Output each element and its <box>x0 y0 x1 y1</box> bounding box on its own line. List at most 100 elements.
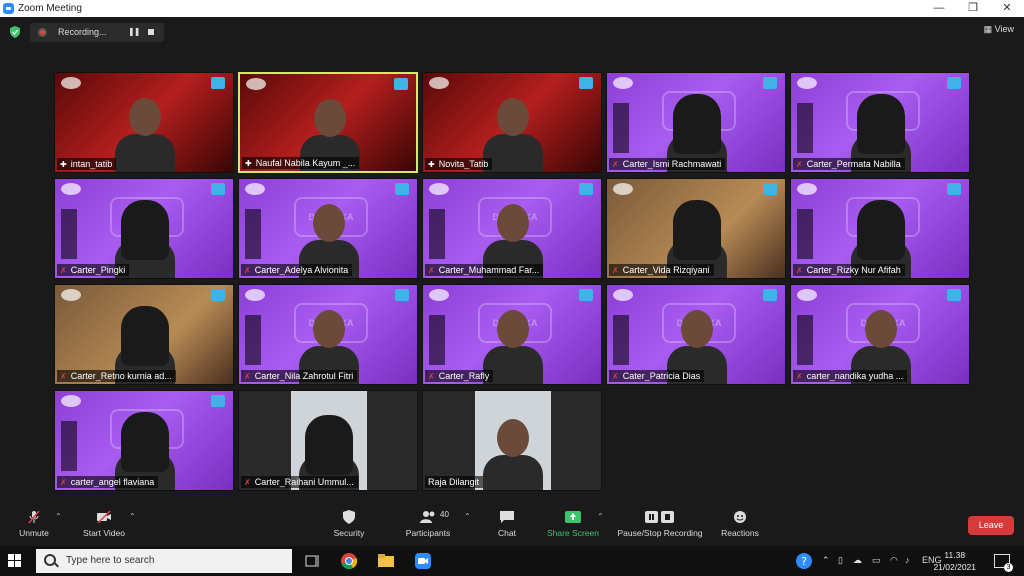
participants-options-caret[interactable]: ⌃ <box>464 512 471 521</box>
participant-tile[interactable]: ✚ Novita_Tatib <box>422 72 602 173</box>
participant-name: Carter_Ismi Rachmawati <box>622 159 722 169</box>
participant-name: Carter_Rafly <box>438 371 490 381</box>
participant-name: Carter_Nila Zahrotul Fitri <box>254 371 354 381</box>
windows-start-icon[interactable] <box>8 554 22 568</box>
channel-logo <box>797 183 817 195</box>
participant-tile[interactable]: DINAMIKA✗Carter_Rizky Nur Afifah <box>790 178 970 279</box>
share-options-caret[interactable]: ⌃ <box>597 512 604 521</box>
search-icon <box>44 554 56 566</box>
muted-mic-icon: ✗ <box>428 266 435 275</box>
tv-logo <box>395 289 409 301</box>
microphone-muted-icon <box>28 510 40 524</box>
start-video-label: Start Video <box>83 528 125 538</box>
muted-mic-icon: ✗ <box>60 478 67 487</box>
close-button[interactable]: ✕ <box>990 0 1024 17</box>
cloud-icon[interactable]: ☁ <box>853 555 862 566</box>
participant-tile[interactable]: DINAMIKA✗Cater_Patricia Dias <box>606 284 786 385</box>
tray-chevron-icon[interactable]: ⌃ <box>822 555 830 566</box>
svg-text:?: ? <box>801 555 807 568</box>
reactions-button[interactable]: Reactions <box>718 510 762 538</box>
participant-name-label: ✚ Naufal Nabila Kayum _... <box>242 157 360 169</box>
participant-name: carter_nandika yudha ... <box>806 371 904 381</box>
muted-mic-icon: ✗ <box>796 372 803 381</box>
participant-tile[interactable]: ✚ Naufal Nabila Kayum _... <box>238 72 418 173</box>
participant-tile[interactable]: DINAMIKA✗Carter_Pingki <box>54 178 234 279</box>
participant-tile[interactable]: DINAMIKA✗carter_nandika yudha ... <box>790 284 970 385</box>
participant-tile[interactable]: ✚ intan_tatib <box>54 72 234 173</box>
tv-logo <box>211 77 225 89</box>
chat-button[interactable]: Chat <box>492 510 522 538</box>
participant-tile[interactable]: DINAMIKA✗Carter_Adelya Alvionita <box>238 178 418 279</box>
muted-mic-icon: ✗ <box>796 160 803 169</box>
participant-tile[interactable]: ✗ Carter_Raihani Ummul... <box>238 390 418 491</box>
help-icon[interactable]: ? <box>795 552 813 570</box>
participant-name: Carter_Raihani Ummul... <box>254 477 354 487</box>
participant-tile[interactable]: DINAMIKA✗carter_angel flaviana <box>54 390 234 491</box>
participant-tile[interactable]: DINAMIKA✗Carter_Nila Zahrotul Fitri <box>238 284 418 385</box>
unmute-button[interactable]: Unmute <box>14 510 54 538</box>
participant-tile[interactable]: DINAMIKA✗Carter_Ismi Rachmawati <box>606 72 786 173</box>
channel-logo <box>797 77 817 89</box>
notification-icon[interactable]: 3 <box>994 554 1013 572</box>
muted-mic-icon: ✗ <box>60 266 67 275</box>
chat-label: Chat <box>498 528 516 538</box>
reactions-label: Reactions <box>721 528 759 538</box>
muted-mic-icon: ✗ <box>60 372 67 381</box>
clock[interactable]: 11.38 21/02/2021 <box>933 549 976 573</box>
camera-prop <box>613 315 629 365</box>
stop-recording-button[interactable] <box>148 29 154 35</box>
encryption-shield-icon[interactable] <box>9 26 21 38</box>
leave-button[interactable]: Leave <box>968 516 1014 535</box>
clock-date: 21/02/2021 <box>933 562 976 572</box>
participant-name: Carter_Adelya Alvionita <box>254 265 349 275</box>
share-screen-button[interactable]: Share Screen <box>544 510 602 538</box>
security-button[interactable]: Security <box>330 510 368 538</box>
participant-name: Carter_Permata Nabilla <box>806 159 901 169</box>
muted-mic-icon: ✗ <box>612 372 619 381</box>
recording-dot-icon <box>38 28 47 37</box>
minimize-button[interactable]: — <box>922 0 956 17</box>
pause-stop-recording-label: Pause/Stop Recording <box>617 528 703 538</box>
clock-time: 11.38 <box>944 550 966 560</box>
maximize-button[interactable]: ❐ <box>956 0 990 17</box>
zoom-taskbar-icon[interactable] <box>414 552 432 570</box>
participant-name-label: ✗ Carter_Nila Zahrotul Fitri <box>241 370 358 382</box>
view-button[interactable]: ▦ View <box>984 24 1014 35</box>
wifi-icon[interactable]: ◠ <box>890 555 898 566</box>
channel-logo <box>245 183 265 195</box>
task-view-icon[interactable] <box>303 552 321 570</box>
participant-name: Carter_Retno kurnia ad... <box>70 371 172 381</box>
battery-icon[interactable]: ▭ <box>872 555 881 566</box>
chrome-icon[interactable] <box>340 552 358 570</box>
muted-mic-icon: ✗ <box>428 372 435 381</box>
pause-recording-button[interactable]: ❚❚ <box>128 27 140 36</box>
participant-tile[interactable]: ✗ Carter_Retno kurnia ad... <box>54 284 234 385</box>
pause-stop-recording-button[interactable]: Pause/Stop Recording <box>614 510 706 538</box>
channel-logo <box>429 183 449 195</box>
file-explorer-icon[interactable] <box>377 552 395 570</box>
start-video-button[interactable]: Start Video <box>78 510 130 538</box>
participant-name-label: ✗ carter_nandika yudha ... <box>793 370 908 382</box>
participant-name-label: ✚ Novita_Tatib <box>425 158 493 170</box>
participant-tile[interactable]: Raja Dilangit <box>422 390 602 491</box>
participant-tile[interactable]: DINAMIKA✗Carter_Rafly <box>422 284 602 385</box>
unmute-label: Unmute <box>19 528 49 538</box>
participant-tile[interactable]: DINAMIKA✗Carter_Muhammad Far... <box>422 178 602 279</box>
participants-count: 40 <box>440 510 449 519</box>
participants-icon <box>420 511 435 523</box>
chat-bubble-icon <box>500 511 514 523</box>
windows-taskbar: Type here to search ? ⌃ ▯ ☁ ▭ ◠ ♪ ENG 11… <box>0 546 1024 576</box>
participant-name-label: ✗ Carter_Rafly <box>425 370 494 382</box>
participant-tile[interactable]: ✗ Carter_Vida Rizqiyani <box>606 178 786 279</box>
taskbar-search-box[interactable]: Type here to search <box>36 549 292 573</box>
muted-mic-icon: ✗ <box>244 372 251 381</box>
audio-options-caret[interactable]: ⌃ <box>55 512 62 521</box>
phone-icon[interactable]: ▯ <box>838 555 843 566</box>
channel-logo <box>613 77 633 89</box>
camera-prop <box>613 103 629 153</box>
tv-logo <box>947 289 961 301</box>
participant-tile[interactable]: DINAMIKA✗Carter_Permata Nabilla <box>790 72 970 173</box>
participant-name-label: ✗ Carter_Adelya Alvionita <box>241 264 353 276</box>
video-options-caret[interactable]: ⌃ <box>129 512 136 521</box>
volume-icon[interactable]: ♪ <box>905 555 910 565</box>
